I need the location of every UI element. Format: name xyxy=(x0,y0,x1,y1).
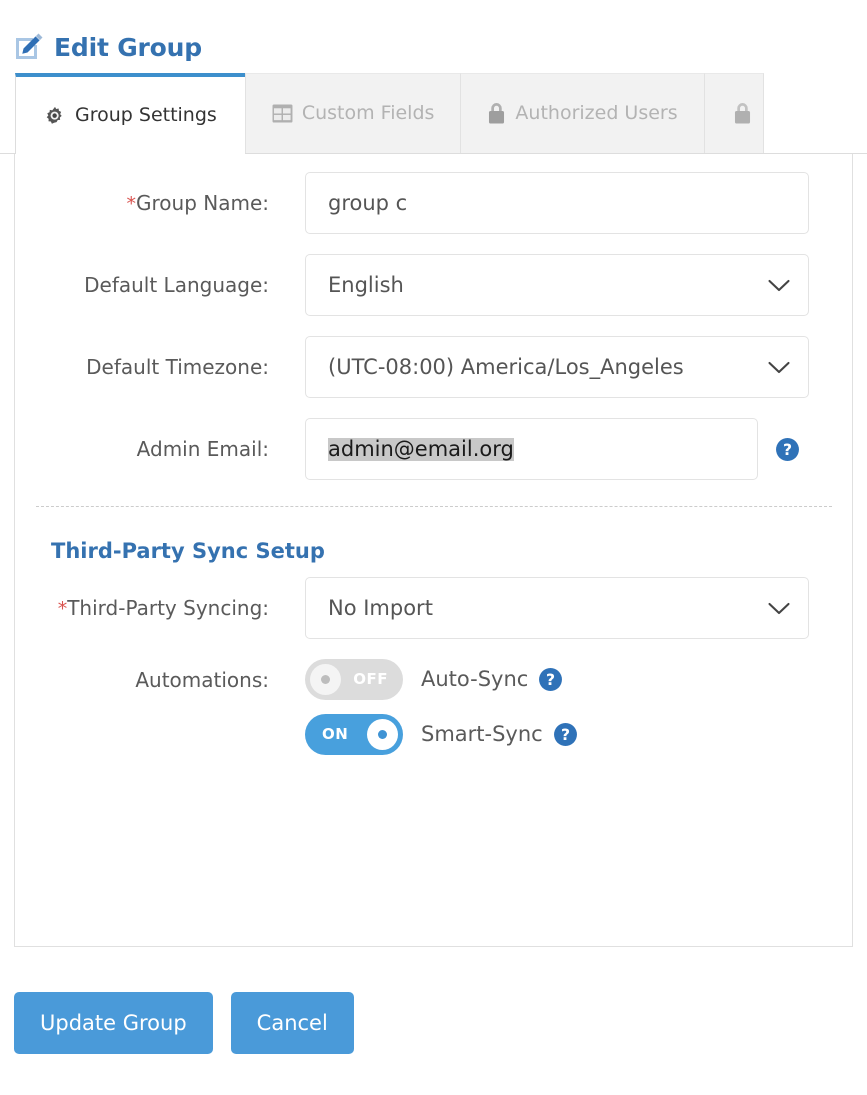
tab-label: Authorized Users xyxy=(515,102,678,124)
lock-icon xyxy=(489,103,505,124)
help-circle-icon[interactable]: ? xyxy=(775,437,800,462)
default-timezone-value: (UTC-08:00) America/Los_Angeles xyxy=(328,354,684,379)
third-party-syncing-value: No Import xyxy=(328,595,433,620)
label-default-language: Default Language: xyxy=(84,273,269,297)
third-party-syncing-select[interactable]: No Import xyxy=(305,577,809,639)
label-text: Third-Party Syncing: xyxy=(67,596,269,620)
cancel-button[interactable]: Cancel xyxy=(230,992,354,1054)
help-circle-icon[interactable]: ? xyxy=(538,667,563,692)
chevron-down-icon xyxy=(768,361,790,373)
update-group-button[interactable]: Update Group xyxy=(14,992,213,1054)
automation-row-auto-sync: OFF Auto-Sync ? xyxy=(305,659,563,700)
label-third-party-syncing: *Third-Party Syncing: xyxy=(15,577,269,620)
label-group-name: *Group Name: xyxy=(15,172,270,215)
page-title: Edit Group xyxy=(54,32,202,62)
tab-authorized-users[interactable]: Authorized Users xyxy=(460,73,705,153)
tab-custom-fields[interactable]: Custom Fields xyxy=(244,73,462,153)
toggle-state-label: OFF xyxy=(353,670,388,688)
default-language-value: English xyxy=(328,272,404,297)
third-party-sync-section-title: Third-Party Sync Setup xyxy=(51,539,325,563)
field-row-admin-email: Admin Email: admin@email.org ? xyxy=(15,418,852,480)
tab-bar: Group Settings Custom Fields Authorized … xyxy=(0,72,867,154)
chevron-down-icon xyxy=(768,602,790,614)
field-row-default-timezone: Default Timezone: (UTC-08:00) America/Lo… xyxy=(15,336,852,398)
tab-label: Group Settings xyxy=(75,104,217,126)
auto-sync-caption: Auto-Sync xyxy=(421,667,529,691)
label-automations: Automations: xyxy=(135,668,269,692)
admin-email-input[interactable]: admin@email.org xyxy=(305,418,758,480)
field-row-automations: Automations: OFF Auto-Sync ? ON Smart-Sy… xyxy=(15,659,852,755)
smart-sync-toggle[interactable]: ON xyxy=(305,714,403,755)
smart-sync-caption: Smart-Sync xyxy=(421,722,543,746)
grid-icon xyxy=(272,104,293,123)
field-row-group-name: *Group Name: group c xyxy=(15,172,852,234)
admin-email-value: admin@email.org xyxy=(328,436,514,461)
svg-text:?: ? xyxy=(546,671,555,689)
tab-label: Custom Fields xyxy=(301,102,435,124)
page-header: Edit Group xyxy=(0,0,867,72)
automation-row-smart-sync: ON Smart-Sync ? xyxy=(305,714,578,755)
default-language-select[interactable]: English xyxy=(305,254,809,316)
tab-partial-overflow[interactable] xyxy=(703,73,764,153)
section-divider xyxy=(36,506,832,507)
group-name-value: group c xyxy=(328,190,408,215)
label-admin-email: Admin Email: xyxy=(136,437,269,461)
required-asterisk: * xyxy=(126,193,137,215)
svg-text:?: ? xyxy=(561,726,570,744)
toggle-knob xyxy=(367,719,398,750)
tab-group-settings[interactable]: Group Settings xyxy=(15,73,246,154)
default-timezone-select[interactable]: (UTC-08:00) America/Los_Angeles xyxy=(305,336,809,398)
label-default-timezone: Default Timezone: xyxy=(86,355,269,379)
field-row-third-party-syncing: *Third-Party Syncing: No Import xyxy=(15,577,852,639)
label-text: Group Name: xyxy=(136,191,269,215)
edit-pencil-icon xyxy=(16,33,43,59)
chevron-down-icon xyxy=(768,279,790,291)
auto-sync-toggle[interactable]: OFF xyxy=(305,659,403,700)
help-circle-icon[interactable]: ? xyxy=(553,722,578,747)
group-settings-panel: *Group Name: group c Default Language: E… xyxy=(14,154,853,947)
form-actions: Update Group Cancel xyxy=(0,947,867,1054)
field-row-default-language: Default Language: English xyxy=(15,254,852,316)
svg-text:?: ? xyxy=(783,441,792,459)
toggle-knob xyxy=(310,664,341,695)
gear-icon xyxy=(46,106,62,124)
lock-icon xyxy=(734,103,750,124)
group-name-input[interactable]: group c xyxy=(305,172,809,234)
required-asterisk: * xyxy=(57,598,68,620)
toggle-state-label: ON xyxy=(322,725,349,743)
